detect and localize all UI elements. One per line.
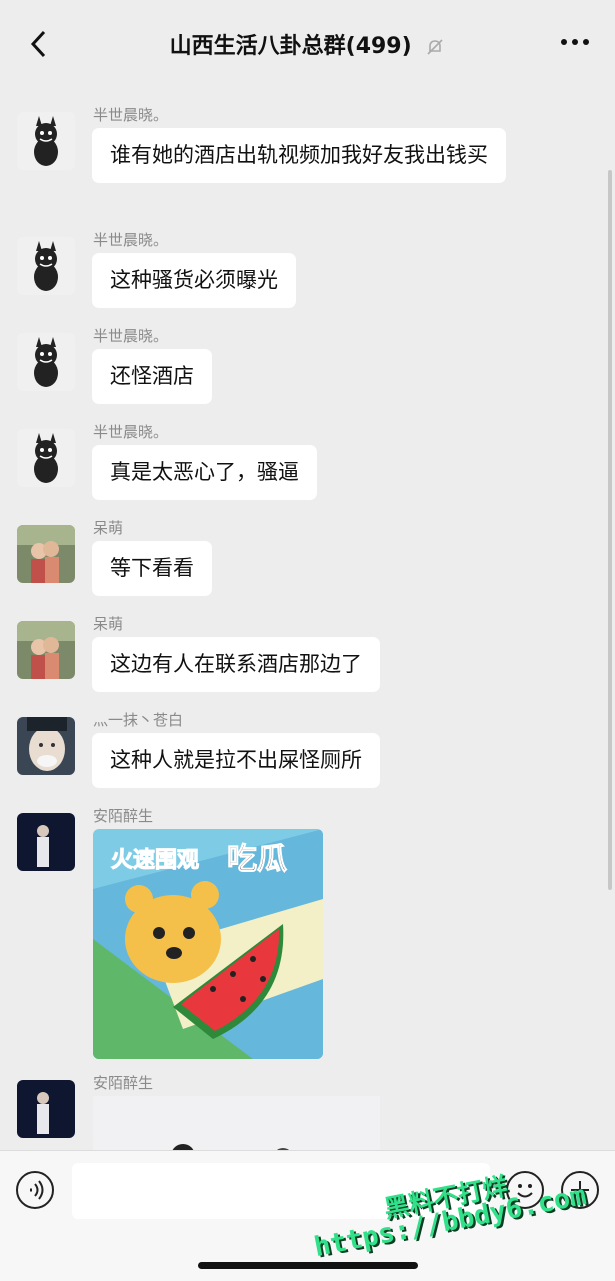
message-item: 半世晨晓。 谁有她的酒店出轨视频加我好友我出钱买: [0, 98, 615, 208]
chat-title: 山西生活八卦总群(499): [0, 28, 615, 60]
message-item: 半世晨晓。 还怪酒店: [0, 319, 615, 404]
voice-icon[interactable]: [16, 1171, 54, 1209]
message-bubble[interactable]: 这种骚货必须曝光: [92, 253, 296, 308]
sender-name: 安陌醉生: [93, 1074, 154, 1092]
more-dots-icon[interactable]: [559, 32, 591, 52]
home-indicator[interactable]: [198, 1262, 418, 1269]
message-item: 呆萌 等下看看: [0, 511, 615, 596]
avatar-black-cat[interactable]: [17, 333, 75, 391]
avatar-dark-portrait[interactable]: [17, 813, 75, 871]
sticker-message[interactable]: 火速围观 吃瓜: [93, 829, 323, 1059]
sender-name: 呆萌: [93, 519, 124, 537]
message-item: 半世晨晓。 这种骚货必须曝光: [0, 223, 615, 308]
bell-off-icon: [427, 39, 443, 55]
message-bubble[interactable]: 谁有她的酒店出轨视频加我好友我出钱买: [92, 128, 506, 183]
avatar-dark-portrait[interactable]: [17, 1080, 75, 1138]
message-item: 安陌醉生: [0, 1066, 615, 1150]
avatar-black-cat[interactable]: [17, 237, 75, 295]
message-item: 呆萌 这边有人在联系酒店那边了: [0, 607, 615, 692]
message-bubble[interactable]: 还怪酒店: [92, 349, 212, 404]
message-bubble[interactable]: 这边有人在联系酒店那边了: [92, 637, 380, 692]
image-message[interactable]: [93, 1096, 380, 1150]
group-name: 山西生活八卦总群(499): [169, 34, 412, 59]
sender-name: 半世晨晓。: [93, 423, 169, 441]
sender-name: 灬一抹丶苍白: [93, 711, 184, 729]
sender-name: 安陌醉生: [93, 807, 154, 825]
avatar-black-cat[interactable]: [17, 429, 75, 487]
chat-header: 山西生活八卦总群(499): [0, 0, 615, 90]
avatar-face[interactable]: [17, 717, 75, 775]
message-item: 半世晨晓。 真是太恶心了，骚逼: [0, 415, 615, 500]
message-bubble[interactable]: 真是太恶心了，骚逼: [92, 445, 317, 500]
message-item: 灬一抹丶苍白 这种人就是拉不出屎怪厕所: [0, 703, 615, 788]
sender-name: 半世晨晓。: [93, 231, 169, 249]
message-bubble[interactable]: 这种人就是拉不出屎怪厕所: [92, 733, 380, 788]
message-bubble[interactable]: 等下看看: [92, 541, 212, 596]
avatar-couple[interactable]: [17, 525, 75, 583]
avatar-black-cat[interactable]: [17, 112, 75, 170]
avatar-couple[interactable]: [17, 621, 75, 679]
sticker-caption-1: 火速围观: [111, 847, 199, 873]
sender-name: 半世晨晓。: [93, 106, 169, 124]
sender-name: 呆萌: [93, 615, 124, 633]
message-item: 安陌醉生 火速围观 吃瓜: [0, 799, 615, 1059]
message-list[interactable]: 半世晨晓。 谁有她的酒店出轨视频加我好友我出钱买 半世晨晓。 这种骚货必须曝光 …: [0, 90, 615, 1150]
sticker-caption-2: 吃瓜: [227, 842, 287, 877]
sender-name: 半世晨晓。: [93, 327, 169, 345]
